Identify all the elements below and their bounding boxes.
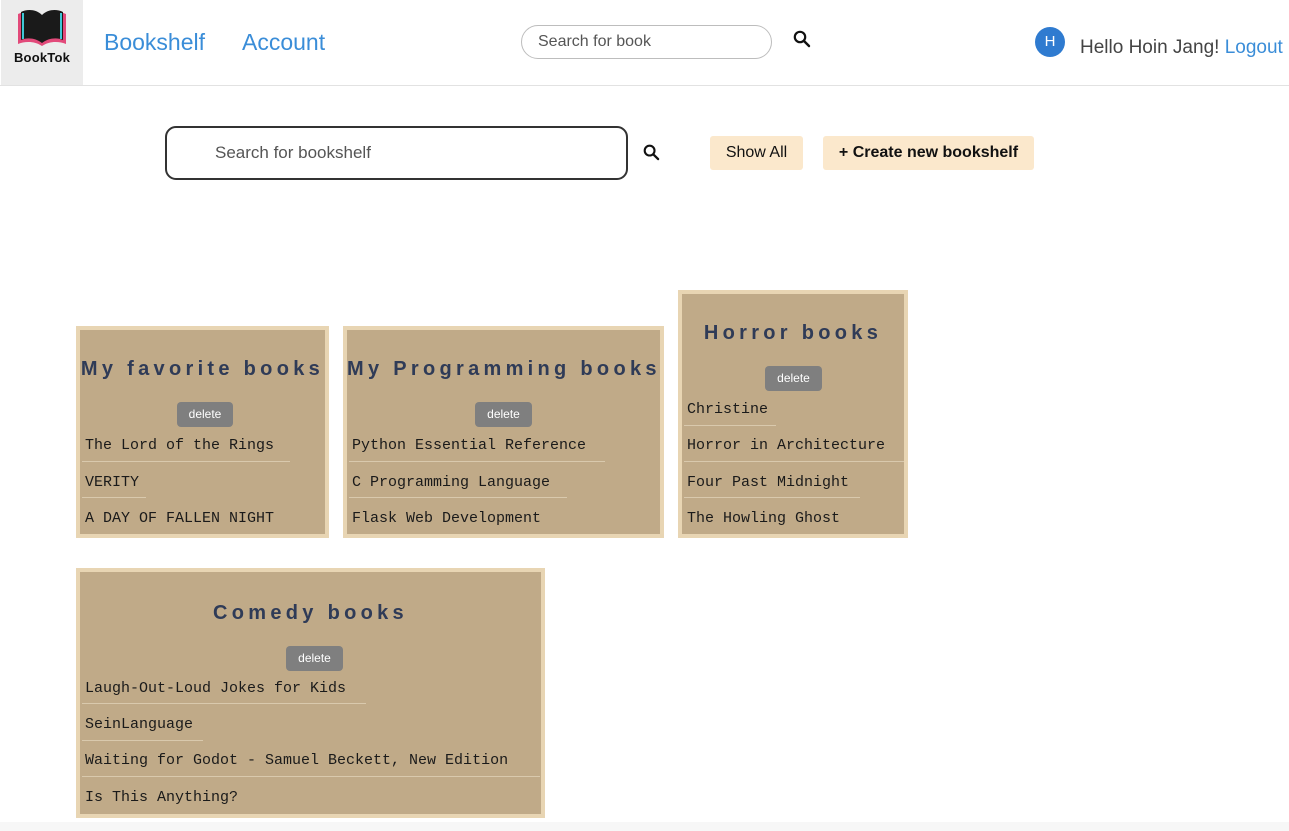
book-item[interactable]: A DAY OF FALLEN NIGHT: [85, 509, 274, 529]
user-greeting: Hello Hoin Jang! Logout: [1080, 37, 1283, 59]
bookshelf-search-icon[interactable]: [643, 144, 660, 166]
greeting-text: Hello Hoin Jang!: [1080, 37, 1225, 58]
show-all-button[interactable]: Show All: [710, 136, 803, 170]
book-divider: [82, 497, 146, 498]
book-item[interactable]: SeinLanguage: [85, 715, 193, 735]
book-divider: [684, 461, 904, 462]
book-item[interactable]: Laugh-Out-Loud Jokes for Kids: [85, 679, 346, 699]
bookshelf-card: My Programming books delete Python Essen…: [343, 326, 664, 538]
delete-shelf-button[interactable]: delete: [177, 402, 233, 427]
book-item[interactable]: Is This Anything?: [85, 788, 238, 808]
logo-text: BookTok: [13, 50, 71, 65]
book-item[interactable]: C Programming Language: [352, 473, 550, 493]
book-item[interactable]: VERITY: [85, 473, 139, 493]
book-divider: [684, 425, 776, 426]
book-item[interactable]: Python Essential Reference: [352, 436, 586, 456]
page-bottom-edge: [0, 822, 1289, 831]
shelf-title: My Programming books: [347, 358, 661, 380]
book-item[interactable]: The Lord of the Rings: [85, 436, 274, 456]
create-bookshelf-button[interactable]: + Create new bookshelf: [823, 136, 1034, 170]
bookshelf-card: My favorite books delete The Lord of the…: [76, 326, 329, 538]
book-divider: [82, 740, 203, 741]
logout-link[interactable]: Logout: [1225, 37, 1283, 58]
delete-shelf-button[interactable]: delete: [286, 646, 343, 671]
book-divider: [82, 461, 290, 462]
book-item[interactable]: Four Past Midnight: [687, 473, 849, 493]
book-divider: [349, 497, 567, 498]
bookshelf-card: Comedy books delete Laugh-Out-Loud Jokes…: [76, 568, 545, 818]
book-search-input[interactable]: [521, 25, 772, 59]
shelf-title: Horror books: [703, 322, 883, 344]
delete-shelf-button[interactable]: delete: [765, 366, 822, 391]
bookshelf-card: Horror books delete Christine Horror in …: [678, 290, 908, 538]
nav-bookshelf-link[interactable]: Bookshelf: [104, 29, 205, 56]
book-divider: [684, 497, 860, 498]
book-divider: [82, 776, 540, 777]
book-item[interactable]: Horror in Architecture: [687, 436, 885, 456]
book-divider: [82, 703, 366, 704]
book-item[interactable]: Flask Web Development: [352, 509, 541, 529]
shelf-title: Comedy books: [213, 602, 408, 624]
book-item[interactable]: Christine: [687, 400, 768, 420]
user-avatar[interactable]: H: [1035, 27, 1065, 57]
book-divider: [349, 461, 605, 462]
nav-account-link[interactable]: Account: [242, 29, 325, 56]
open-book-logo-icon: [18, 10, 66, 46]
booktok-logo[interactable]: BookTok: [1, 0, 83, 85]
shelf-title: My favorite books: [80, 358, 325, 380]
top-nav-bar: BookTok Bookshelf Account H Hello Hoin J…: [0, 0, 1289, 86]
book-item[interactable]: Waiting for Godot - Samuel Beckett, New …: [85, 751, 508, 771]
bookshelf-search-input[interactable]: [165, 126, 628, 180]
book-item[interactable]: The Howling Ghost: [687, 509, 840, 529]
delete-shelf-button[interactable]: delete: [475, 402, 532, 427]
book-search-icon[interactable]: [793, 30, 811, 53]
